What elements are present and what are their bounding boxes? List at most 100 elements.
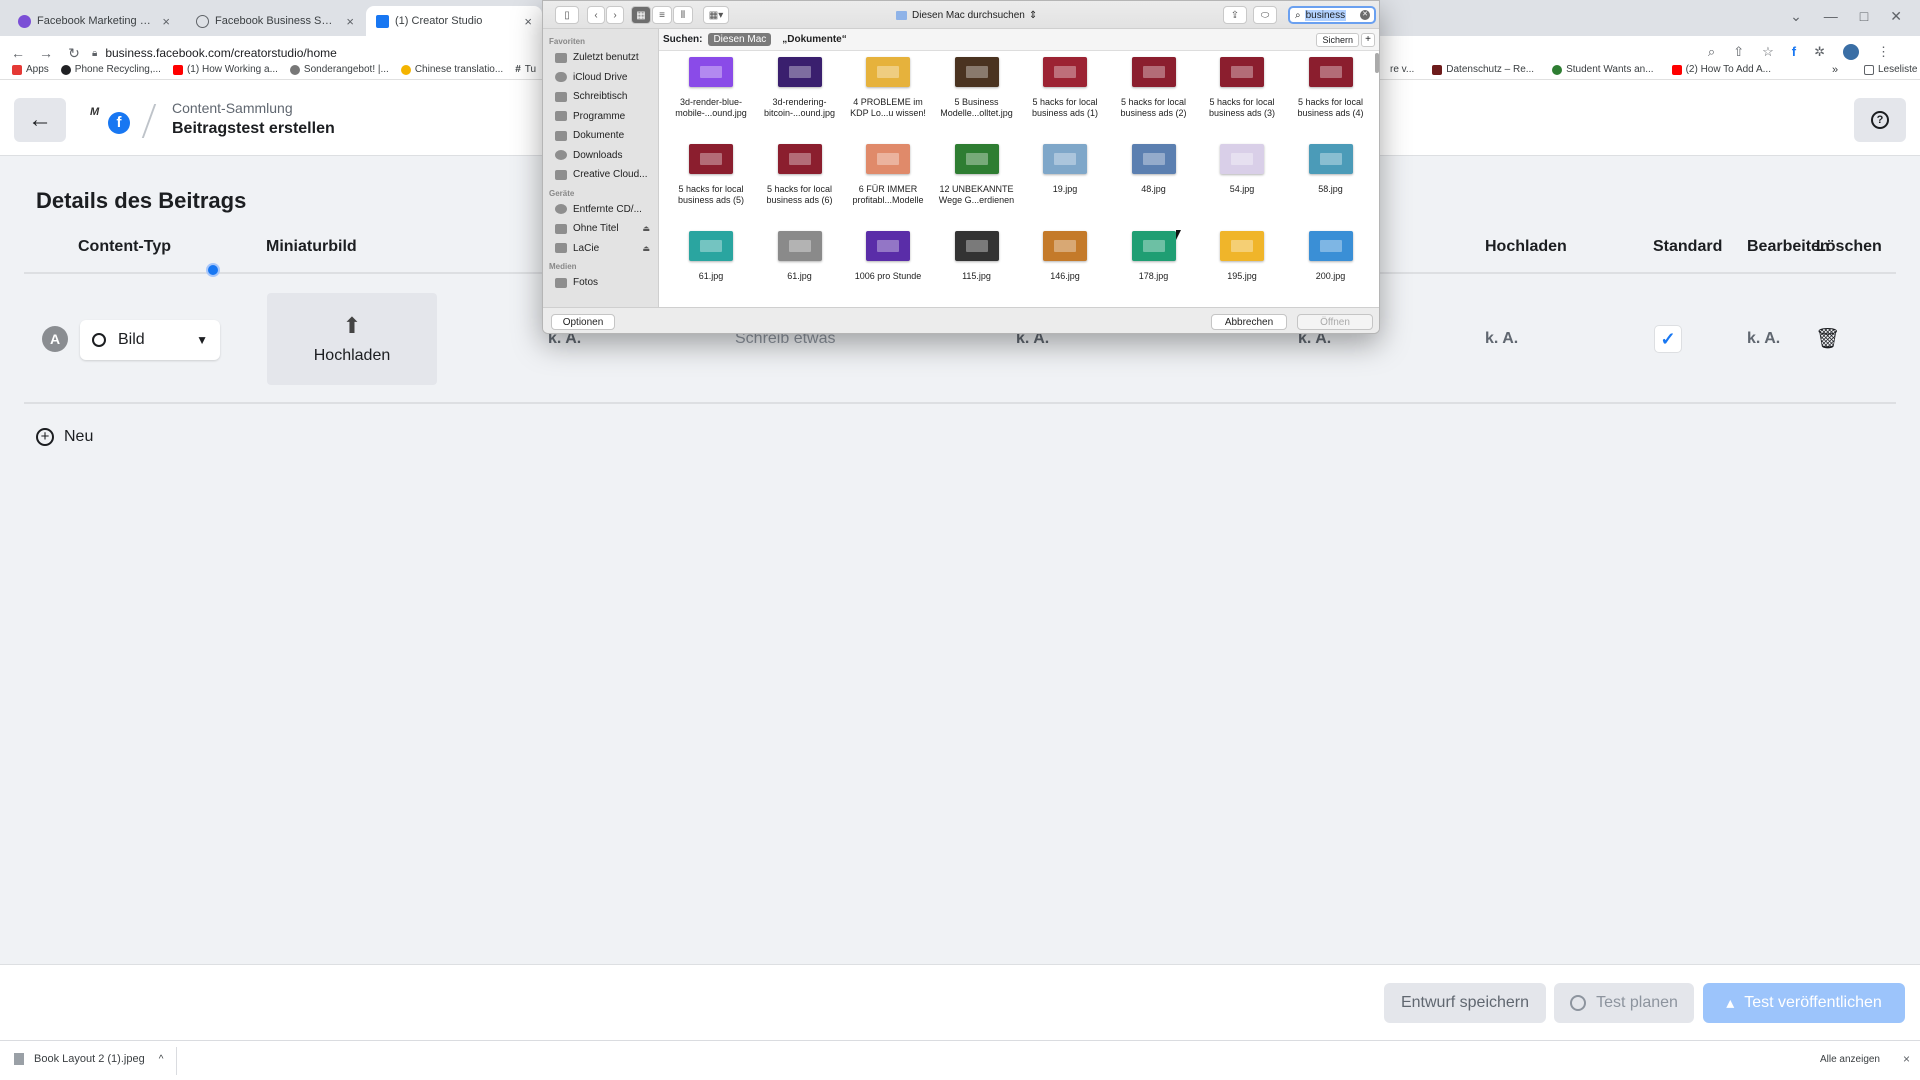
back-button[interactable]: ← xyxy=(14,98,66,142)
cancel-button[interactable]: Abbrechen xyxy=(1211,314,1287,330)
browser-menu-icon[interactable]: ⋮ xyxy=(1877,44,1890,60)
sidebar-item-icloud[interactable]: iCloud Drive xyxy=(543,68,658,88)
sidebar-item-lacie[interactable]: LaCie ⏏ xyxy=(543,239,658,259)
bookmark-item[interactable]: Student Wants an... xyxy=(1552,64,1654,75)
bookmark-item[interactable]: Sonderangebot! |... xyxy=(289,64,389,75)
reading-list[interactable]: Leseliste xyxy=(1864,64,1917,75)
sidebar-item-photos[interactable]: Fotos xyxy=(543,273,658,293)
more-bookmarks-icon[interactable]: » xyxy=(1832,64,1838,76)
file-item[interactable]: 48.jpg xyxy=(1110,138,1198,206)
file-item[interactable]: 4 PROBLEME im KDP Lo...u wissen! xyxy=(844,51,932,119)
extensions-icon[interactable]: ✲ xyxy=(1814,44,1825,60)
delete-row-button[interactable]: 🗑︎ xyxy=(1815,326,1840,351)
sidebar-toggle-icon[interactable]: ▯ xyxy=(555,6,579,24)
save-draft-button[interactable]: Entwurf speichern xyxy=(1384,983,1546,1023)
file-item[interactable]: 61.jpg xyxy=(756,225,844,293)
standard-checkbox[interactable]: ✓ xyxy=(1655,326,1681,352)
plan-test-button[interactable]: Test planen xyxy=(1554,983,1694,1023)
sidebar-item-recents[interactable]: Zuletzt benutzt xyxy=(543,48,658,68)
share-icon[interactable]: ⇪ xyxy=(1223,6,1247,24)
content-type-select[interactable]: Bild ▼ xyxy=(80,320,220,360)
tab-close-icon[interactable]: × xyxy=(524,14,532,29)
publish-test-button[interactable]: ▴ Test veröffentlichen xyxy=(1703,983,1905,1023)
share-icon[interactable]: ⇧ xyxy=(1733,44,1744,60)
sidebar-item-documents[interactable]: Dokumente xyxy=(543,126,658,146)
sidebar-item-untitled[interactable]: Ohne Titel ⏏ xyxy=(543,219,658,239)
reload-icon[interactable]: ↻ xyxy=(62,45,86,62)
file-item[interactable]: 58.jpg xyxy=(1287,138,1370,206)
file-item[interactable]: 6 FÜR IMMER profitabl...Modelle xyxy=(844,138,932,206)
profile-avatar[interactable] xyxy=(1843,44,1859,60)
browser-tab-business-suite[interactable]: Facebook Business Suite × xyxy=(186,6,364,36)
icon-view-icon[interactable]: ▦ xyxy=(631,6,651,24)
sidebar-item-downloads[interactable]: Downloads xyxy=(543,146,658,166)
file-item[interactable]: 178.jpg xyxy=(1110,225,1198,293)
eject-icon[interactable]: ⏏ xyxy=(642,244,650,253)
tab-search-icon[interactable]: ⌄ xyxy=(1790,8,1802,25)
eject-icon[interactable]: ⏏ xyxy=(642,224,650,233)
file-grid-scrollbar[interactable] xyxy=(1375,53,1379,73)
file-item[interactable]: 5 hacks for local business ads (4) xyxy=(1287,51,1370,119)
browser-tab-creator-studio[interactable]: (1) Creator Studio × xyxy=(366,6,542,36)
file-item[interactable]: 146.jpg xyxy=(1021,225,1109,293)
bookmark-item[interactable]: Chinese translatio... xyxy=(400,64,503,75)
open-button[interactable]: Öffnen xyxy=(1297,314,1373,330)
tab-close-icon[interactable]: × xyxy=(346,14,354,29)
dialog-search-input[interactable]: ⌕ business ✕ xyxy=(1288,6,1376,24)
clear-search-icon[interactable]: ✕ xyxy=(1360,10,1370,20)
bookmark-apps[interactable]: Apps xyxy=(12,64,49,75)
minimize-icon[interactable]: — xyxy=(1824,8,1838,25)
sidebar-item-creative-cloud[interactable]: Creative Cloud... xyxy=(543,165,658,185)
star-icon[interactable]: ☆ xyxy=(1762,44,1774,60)
bookmark-item[interactable]: re v... xyxy=(1390,64,1414,75)
add-criteria-button[interactable]: + xyxy=(1361,33,1375,47)
search-location-select[interactable]: Diesen Mac durchsuchen ⇕ xyxy=(890,6,1043,24)
bookmark-item[interactable]: (1) How Working a... xyxy=(172,64,278,75)
file-item[interactable]: 5 hacks for local business ads (3) xyxy=(1198,51,1286,119)
options-button[interactable]: Optionen xyxy=(551,314,615,330)
bookmark-item[interactable]: Datenschutz – Re... xyxy=(1432,64,1534,75)
file-item[interactable]: 19.jpg xyxy=(1021,138,1109,206)
bookmark-item[interactable]: Phone Recycling,... xyxy=(60,64,161,75)
file-item[interactable]: 61.jpg xyxy=(667,225,755,293)
back-icon[interactable]: ‹ xyxy=(587,6,605,24)
breadcrumb-collection[interactable]: Content-Sammlung xyxy=(172,100,293,116)
file-item[interactable]: 12 UNBEKANNTE Wege G...erdienen xyxy=(933,138,1021,206)
tab-close-icon[interactable]: × xyxy=(162,14,170,29)
add-new-button[interactable]: + Neu xyxy=(36,428,93,446)
column-view-icon[interactable]: ⫴ xyxy=(673,6,693,24)
file-item[interactable]: 3d-rendering-bitcoin-...ound.jpg xyxy=(756,51,844,119)
zoom-icon[interactable]: ⌕ xyxy=(1708,44,1715,60)
file-item[interactable]: 115.jpg xyxy=(933,225,1021,293)
list-view-icon[interactable]: ≡ xyxy=(652,6,672,24)
download-item[interactable]: Book Layout 2 (1).jpeg ^ xyxy=(14,1053,163,1065)
thumbnail-upload-button[interactable]: ⬆︎ Hochladen xyxy=(267,293,437,385)
help-button[interactable]: ? xyxy=(1854,98,1906,142)
forward-icon[interactable]: › xyxy=(606,6,624,24)
save-search-button[interactable]: Sichern xyxy=(1316,33,1359,47)
back-nav-icon[interactable]: ← xyxy=(6,45,30,61)
facebook-extension-icon[interactable]: f xyxy=(1792,44,1796,60)
file-item[interactable]: 5 hacks for local business ads (6) xyxy=(756,138,844,206)
file-item[interactable]: 1006 pro Stunde xyxy=(844,225,932,293)
browser-tab-facebook-marketing[interactable]: Facebook Marketing & Werbe… × xyxy=(8,6,180,36)
maximize-icon[interactable]: □ xyxy=(1860,8,1868,25)
bookmark-item[interactable]: # Tu xyxy=(515,64,536,75)
file-item[interactable]: 54.jpg xyxy=(1198,138,1286,206)
file-item[interactable]: 5 hacks for local business ads (5) xyxy=(667,138,755,206)
file-item[interactable]: 200.jpg xyxy=(1287,225,1370,293)
sidebar-item-remote-cd[interactable]: Entfernte CD/... xyxy=(543,200,658,220)
file-item[interactable]: 5 hacks for local business ads (2) xyxy=(1110,51,1198,119)
gallery-view-icon[interactable]: ▦▾ xyxy=(703,6,729,24)
sidebar-item-applications[interactable]: Programme xyxy=(543,107,658,127)
scope-documents[interactable]: „Dokumente“ xyxy=(777,33,851,46)
forward-nav-icon[interactable]: → xyxy=(34,45,58,61)
close-downloads-icon[interactable]: × xyxy=(1903,1052,1910,1066)
window-close-icon[interactable]: ✕ xyxy=(1890,8,1902,25)
tag-icon[interactable]: ⬭ xyxy=(1253,6,1277,24)
scope-this-mac[interactable]: Diesen Mac xyxy=(708,33,772,46)
file-item[interactable]: 5 Business Modelle...olltet.jpg xyxy=(933,51,1021,119)
bookmark-item[interactable]: (2) How To Add A... xyxy=(1671,64,1771,75)
show-all-downloads[interactable]: Alle anzeigen xyxy=(1820,1054,1880,1065)
column-scroll-handle[interactable] xyxy=(206,263,220,277)
